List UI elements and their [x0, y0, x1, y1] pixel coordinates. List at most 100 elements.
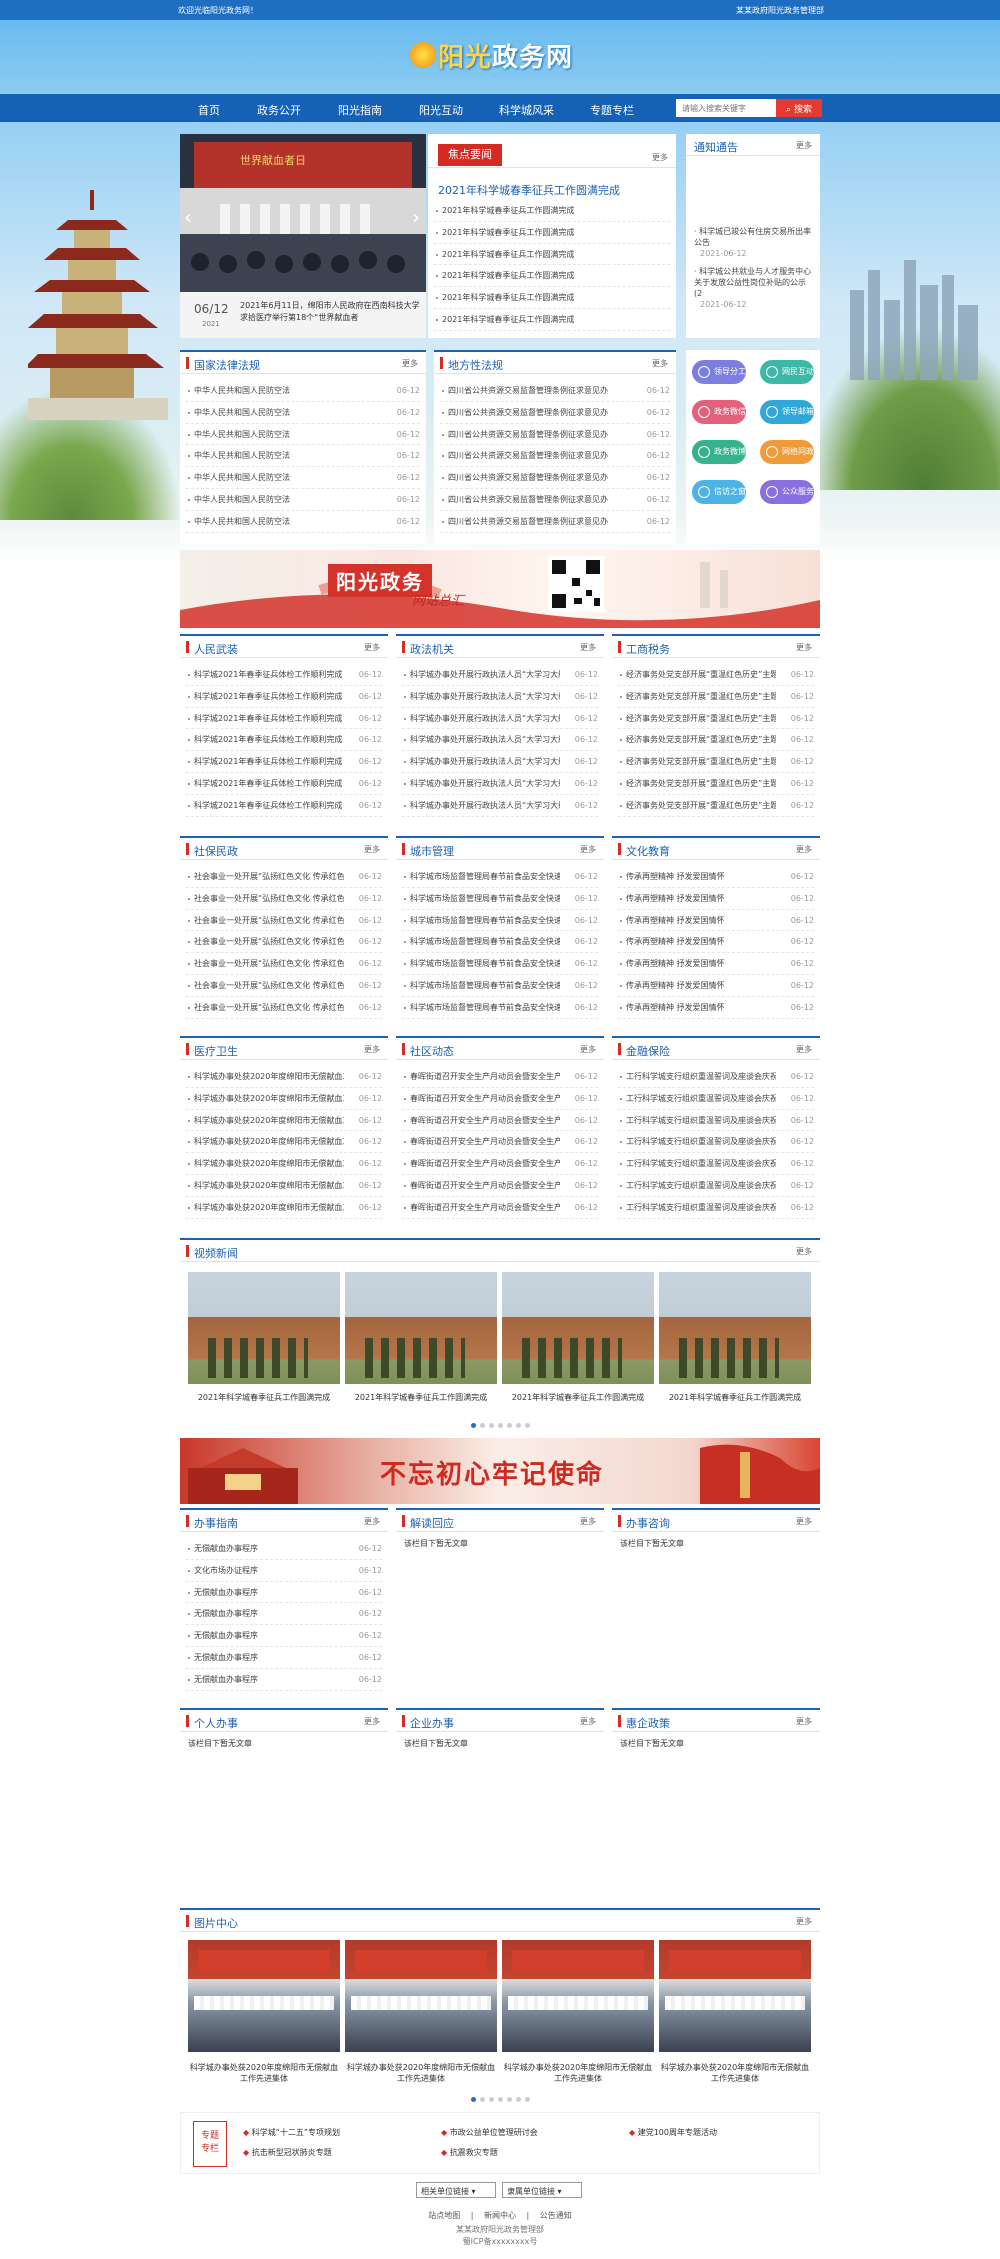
list-item[interactable]: 传承再塑精神 抒发爱国情怀 06-12: [618, 931, 814, 954]
list-item[interactable]: 社会事业一处开展“弘扬红色文化 传承红色基因”06-12: [186, 997, 382, 1019]
quick-wechat[interactable]: 政务微信: [692, 400, 746, 424]
list-item[interactable]: 科学城办事处获2020年度绵阳市无偿献血工作 06-12: [186, 1066, 382, 1088]
list-item[interactable]: 经济事务处党支部开展“重温红色历史”主题党 06-12: [618, 751, 814, 773]
list-item[interactable]: 中华人民共和国人民防空法 06-12: [186, 445, 420, 468]
footer-notice-link[interactable]: 公告通知: [540, 2211, 572, 2220]
news-slider[interactable]: 世界献血者日 ‹ › 06/12 2021 2021年6月11日，绵阳市人民政府…: [180, 134, 426, 338]
list-item[interactable]: 科学城市场监督管理局春节前食品安全快速检测06-12: [402, 866, 598, 888]
list-item[interactable]: 经济事务处党支部开展“重温红色历史”主题党 06-12: [618, 664, 814, 686]
pagination-dot[interactable]: [515, 1423, 521, 1428]
notice-item-1[interactable]: · 科学城已竣公有住房交易所出率公告 2021-06-12: [694, 226, 812, 259]
list-item[interactable]: 工行科学城支行组织重温誓词及座谈会庆祝党的06-12: [618, 1131, 814, 1154]
slider-next-icon[interactable]: ›: [412, 205, 420, 229]
nav-guide[interactable]: 阳光指南: [338, 102, 382, 118]
more-link[interactable]: 更多: [796, 642, 812, 653]
list-item[interactable]: 经济事务处党支部开展“重温红色历史”主题党 06-12: [618, 686, 814, 708]
list-item[interactable]: 科学城2021年春季征兵体检工作顺利完成 06-12: [186, 664, 382, 686]
list-item[interactable]: 四川省公共资源交易监督管理条例征求意见办法 06-12: [440, 380, 670, 402]
slider-caption[interactable]: 2021年6月11日，绵阳市人民政府在西南科技大学求拾医疗举行第18个“世界献血…: [240, 300, 420, 328]
list-item[interactable]: 四川省公共资源交易监督管理条例征求意见办法 06-12: [440, 511, 670, 533]
list-item[interactable]: 科学城办事处开展行政执法人员“大学习大练兵”06-12: [402, 729, 598, 752]
quick-online-ask[interactable]: 网络问政: [760, 440, 814, 464]
list-item[interactable]: 无偿献血办事程序 06-12: [186, 1603, 382, 1626]
list-item[interactable]: 春晖街道召开安全生产月动员会暨安全生产和环06-12: [402, 1153, 598, 1175]
more-link[interactable]: 更多: [796, 1044, 812, 1055]
list-item[interactable]: 科学城办事处开展行政执法人员“大学习大练兵”06-12: [402, 686, 598, 708]
pagination-dot[interactable]: [470, 2097, 476, 2102]
list-item[interactable]: 中华人民共和国人民防空法 06-12: [186, 511, 420, 533]
list-item[interactable]: 社会事业一处开展“弘扬红色文化 传承红色基因”06-12: [186, 953, 382, 975]
special-item[interactable]: ◆ 市政公益单位管理研讨会: [441, 2127, 538, 2138]
focus-more-link[interactable]: 更多: [652, 152, 668, 163]
list-item[interactable]: 2021年科学城春季征兵工作圆满完成: [434, 265, 670, 288]
notice-more-link[interactable]: 更多: [796, 140, 812, 151]
list-item[interactable]: 社会事业一处开展“弘扬红色文化 传承红色基因”06-12: [186, 975, 382, 997]
video-item[interactable]: 2021年科学城春季征兵工作圆满完成: [188, 1272, 340, 1403]
footer-sitemap-link[interactable]: 站点地图: [428, 2211, 460, 2220]
list-item[interactable]: 科学城办事处获2020年度绵阳市无偿献血工作 06-12: [186, 1153, 382, 1175]
list-item[interactable]: 传承再塑精神 抒发爱国情怀 06-12: [618, 910, 814, 932]
sunshine-gov-banner[interactable]: 阳光政务 网站总汇: [180, 550, 820, 628]
list-item[interactable]: 传承再塑精神 抒发爱国情怀 06-12: [618, 997, 814, 1019]
special-item[interactable]: ◆ 建党100周年专题活动: [629, 2127, 717, 2138]
more-link[interactable]: 更多: [364, 1044, 380, 1055]
pagination-dot[interactable]: [506, 1423, 512, 1428]
site-logo[interactable]: 阳光政务网: [410, 34, 573, 76]
list-item[interactable]: 春晖街道召开安全生产月动员会暨安全生产和环06-12: [402, 1175, 598, 1197]
list-item[interactable]: 科学城办事处获2020年度绵阳市无偿献血工作 06-12: [186, 1131, 382, 1154]
photo-item[interactable]: 科学城办事处获2020年度绵阳市无偿献血工作先进集体: [659, 1940, 811, 2084]
video-item[interactable]: 2021年科学城春季征兵工作圆满完成: [659, 1272, 811, 1403]
list-item[interactable]: 无偿献血办事程序 06-12: [186, 1669, 382, 1691]
focus-news-title[interactable]: 焦点要闻: [438, 144, 502, 166]
notice-item-2[interactable]: · 科学城公共就业与人才服务中心关于发放公益性岗位补贴的公示(2 2021-06-…: [694, 266, 812, 310]
list-item[interactable]: 经济事务处党支部开展“重温红色历史”主题党 06-12: [618, 795, 814, 817]
list-item[interactable]: 传承再塑精神 抒发爱国情怀 06-12: [618, 975, 814, 997]
pagination-dot[interactable]: [515, 2097, 521, 2102]
more-link[interactable]: 更多: [580, 844, 596, 855]
list-item[interactable]: 四川省公共资源交易监督管理条例征求意见办法 06-12: [440, 467, 670, 489]
nav-home[interactable]: 首页: [198, 102, 220, 118]
video-more-link[interactable]: 更多: [796, 1246, 812, 1257]
footer-news-link[interactable]: 新闻中心: [484, 2211, 516, 2220]
list-item[interactable]: 科学城市场监督管理局春节前食品安全快速检测06-12: [402, 953, 598, 975]
list-item[interactable]: 中华人民共和国人民防空法 06-12: [186, 402, 420, 424]
list-item[interactable]: 工行科学城支行组织重温誓词及座谈会庆祝党的06-12: [618, 1110, 814, 1132]
pagination-dot[interactable]: [470, 1423, 476, 1428]
list-item[interactable]: 传承再塑精神 抒发爱国情怀 06-12: [618, 953, 814, 975]
list-item[interactable]: 2021年科学城春季征兵工作圆满完成: [434, 222, 670, 244]
pagination-dot[interactable]: [479, 1423, 485, 1428]
more-link[interactable]: 更多: [580, 1044, 596, 1055]
laws-more-link[interactable]: 更多: [402, 358, 418, 369]
special-item[interactable]: ◆ 抗震救灾专题: [441, 2147, 498, 2158]
pagination-dot[interactable]: [497, 2097, 503, 2102]
list-item[interactable]: 中华人民共和国人民防空法 06-12: [186, 489, 420, 511]
list-item[interactable]: 中华人民共和国人民防空法 06-12: [186, 467, 420, 489]
list-item[interactable]: 社会事业一处开展“弘扬红色文化 传承红色基因”06-12: [186, 888, 382, 910]
list-item[interactable]: 传承再塑精神 抒发爱国情怀 06-12: [618, 888, 814, 910]
quick-weibo[interactable]: 政务微博: [692, 440, 746, 464]
quick-public-service[interactable]: 公众服务: [760, 480, 814, 504]
quick-netizen[interactable]: 网民互动: [760, 360, 814, 384]
list-item[interactable]: 四川省公共资源交易监督管理条例征求意见办法 06-12: [440, 424, 670, 446]
list-item[interactable]: 无偿献血办事程序 06-12: [186, 1538, 382, 1560]
list-item[interactable]: 科学城市场监督管理局春节前食品安全快速检测06-12: [402, 975, 598, 997]
list-item[interactable]: 中华人民共和国人民防空法 06-12: [186, 380, 420, 402]
list-item[interactable]: 无偿献血办事程序 06-12: [186, 1582, 382, 1604]
search-button[interactable]: ⌕ 搜索: [776, 99, 822, 117]
more-link[interactable]: 更多: [580, 1516, 596, 1527]
list-item[interactable]: 2021年科学城春季征兵工作圆满完成: [434, 287, 670, 309]
more-link[interactable]: 更多: [796, 844, 812, 855]
list-item[interactable]: 四川省公共资源交易监督管理条例征求意见办法 06-12: [440, 402, 670, 424]
dept-link[interactable]: 某某政府阳光政务管理部: [736, 5, 824, 16]
list-item[interactable]: 四川省公共资源交易监督管理条例征求意见办法 06-12: [440, 445, 670, 468]
list-item[interactable]: 经济事务处党支部开展“重温红色历史”主题党 06-12: [618, 729, 814, 752]
focus-headline[interactable]: 2021年科学城春季征兵工作圆满完成: [438, 182, 620, 198]
photo-item[interactable]: 科学城办事处获2020年度绵阳市无偿献血工作先进集体: [502, 1940, 654, 2084]
local-more-link[interactable]: 更多: [652, 358, 668, 369]
special-item[interactable]: ◆ 抗击新型冠状肺炎专题: [243, 2147, 332, 2158]
list-item[interactable]: 科学城市场监督管理局春节前食品安全快速检测06-12: [402, 888, 598, 910]
video-item[interactable]: 2021年科学城春季征兵工作圆满完成: [345, 1272, 497, 1403]
affiliated-units-select[interactable]: 隶属单位链接 ▾: [502, 2182, 582, 2198]
related-units-select[interactable]: 相关单位链接 ▾: [416, 2182, 496, 2198]
nav-science-city[interactable]: 科学城风采: [499, 102, 554, 118]
